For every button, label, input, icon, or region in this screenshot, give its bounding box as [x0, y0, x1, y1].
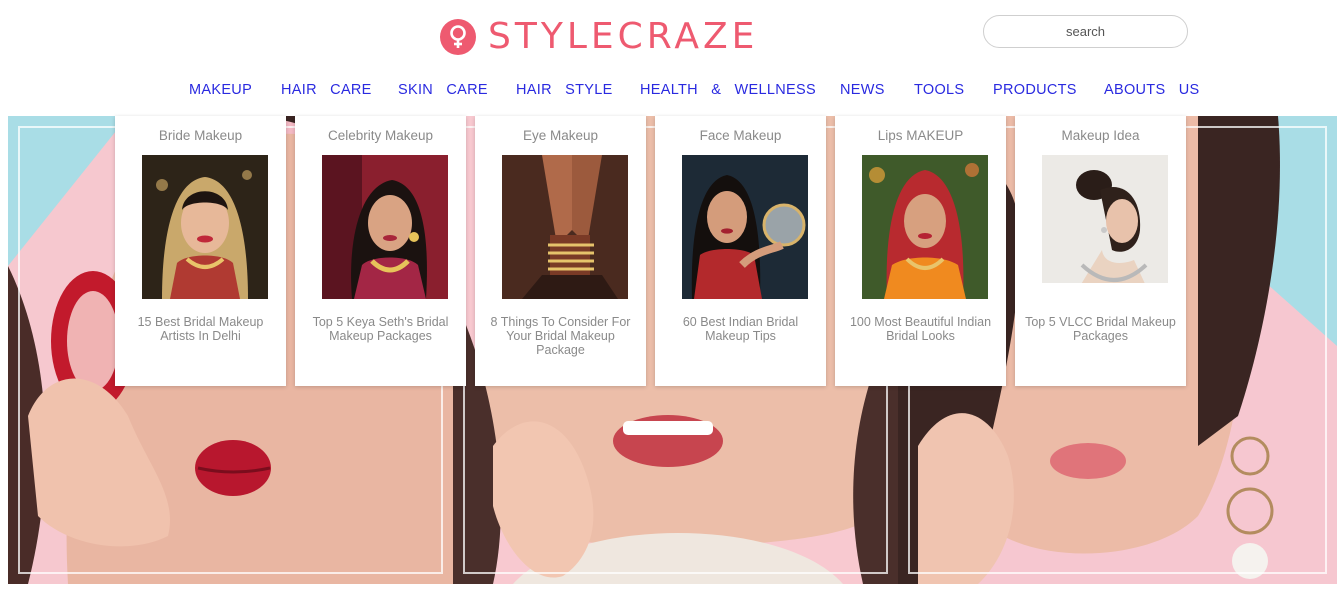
card-category[interactable]: Makeup Idea	[1015, 128, 1186, 143]
card-image[interactable]	[142, 155, 268, 299]
card-title[interactable]: 8 Things To Consider For Your Bridal Mak…	[483, 315, 638, 357]
nav-item-skin-care[interactable]: SKIN CARE	[398, 82, 488, 98]
nav-item-hair-style[interactable]: HAIR STYLE	[516, 82, 613, 98]
makeup-dropdown-menu: Bride Makeup 15 Best Bridal Makeup Artis…	[115, 116, 1187, 386]
dropdown-card-bride-makeup[interactable]: Bride Makeup 15 Best Bridal Makeup Artis…	[115, 116, 286, 386]
bride-mirror-image	[682, 155, 808, 299]
dropdown-card-lips-makeup[interactable]: Lips MAKEUP 100 Most Beautiful Indian Br…	[835, 116, 1006, 386]
card-image[interactable]	[322, 155, 448, 299]
card-image[interactable]	[682, 155, 808, 299]
nav-item-health-wellness[interactable]: HEALTH & WELLNESS	[640, 82, 816, 98]
card-category[interactable]: Bride Makeup	[115, 128, 286, 143]
nav-item-abouts-us[interactable]: ABOUTS US	[1104, 82, 1200, 98]
card-category[interactable]: Face Makeup	[655, 128, 826, 143]
search-box[interactable]	[983, 15, 1188, 48]
nav-item-products[interactable]: PRODUCTS	[993, 82, 1077, 98]
celebrity-bride-image	[322, 155, 448, 299]
card-title[interactable]: 15 Best Bridal Makeup Artists In Delhi	[123, 315, 278, 343]
card-image[interactable]	[502, 155, 628, 299]
dropdown-card-face-makeup[interactable]: Face Makeup 60 Best Indian Bridal Makeup…	[655, 116, 826, 386]
card-category[interactable]: Eye Makeup	[475, 128, 646, 143]
nav-item-hair-care[interactable]: HAIR CARE	[281, 82, 372, 98]
card-image[interactable]	[862, 155, 988, 299]
stylecraze-logo[interactable]: STYLECRAZE	[440, 16, 758, 58]
card-title[interactable]: 60 Best Indian Bridal Makeup Tips	[663, 315, 818, 343]
brand-name: STYLECRAZE	[488, 16, 759, 57]
bride-portrait-image	[142, 155, 268, 299]
card-title[interactable]: Top 5 Keya Seth's Bridal Makeup Packages	[303, 315, 458, 343]
dropdown-card-eye-makeup[interactable]: Eye Makeup 8 Things To Consider For Your…	[475, 116, 646, 386]
card-title[interactable]: 100 Most Beautiful Indian Bridal Looks	[843, 315, 998, 343]
card-image[interactable]	[1042, 155, 1168, 299]
dropdown-card-celebrity-makeup[interactable]: Celebrity Makeup Top 5 Keya Seth's Brida…	[295, 116, 466, 386]
nav-item-makeup[interactable]: MAKEUP	[189, 82, 252, 98]
bride-updo-image	[1042, 155, 1168, 299]
female-symbol-icon	[440, 19, 476, 55]
bride-veil-image	[862, 155, 988, 299]
main-nav: MAKEUP HAIR CARE SKIN CARE HAIR STYLE HE…	[0, 82, 1337, 104]
nav-item-tools[interactable]: TOOLS	[914, 82, 964, 98]
card-title[interactable]: Top 5 VLCC Bridal Makeup Packages	[1023, 315, 1178, 343]
dropdown-card-makeup-idea[interactable]: Makeup Idea Top 5 VLCC Bridal Makeup Pac…	[1015, 116, 1186, 386]
card-category[interactable]: Lips MAKEUP	[835, 128, 1006, 143]
card-category[interactable]: Celebrity Makeup	[295, 128, 466, 143]
henna-hands-image	[502, 155, 628, 299]
search-input[interactable]	[984, 16, 1187, 47]
nav-item-news[interactable]: NEWS	[840, 82, 885, 98]
